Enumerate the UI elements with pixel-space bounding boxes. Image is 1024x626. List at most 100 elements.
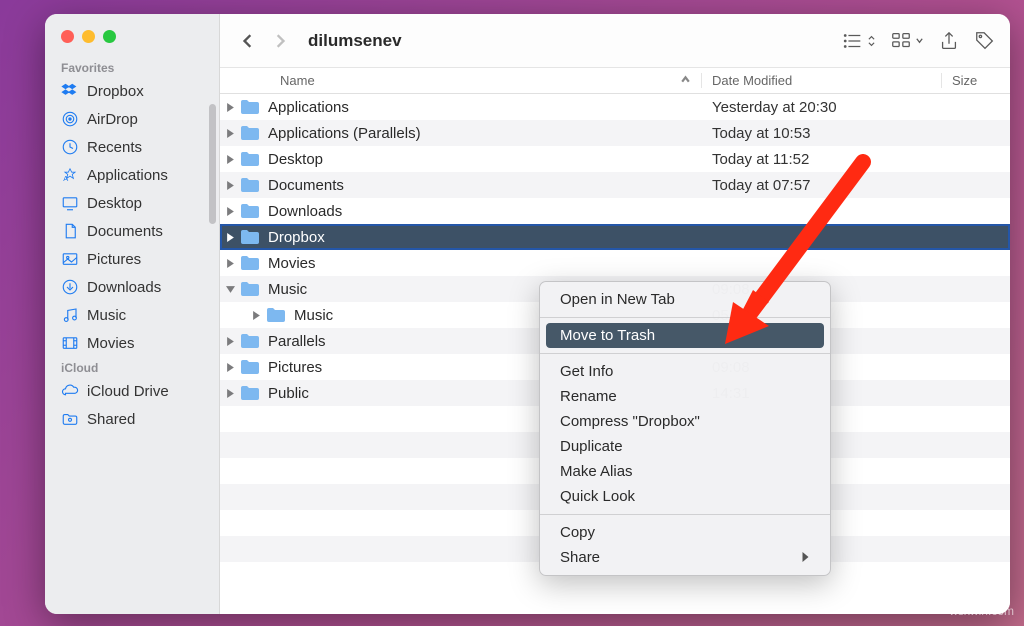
sidebar-section-label: Favorites [45, 57, 219, 77]
table-row[interactable]: Applications (Parallels)Today at 10:53 [220, 120, 1010, 146]
sidebar-item-icloud[interactable]: iCloud Drive [45, 377, 219, 405]
table-row[interactable]: DocumentsToday at 07:57 [220, 172, 1010, 198]
table-row[interactable]: Movies [220, 250, 1010, 276]
disclosure-icon[interactable] [220, 129, 240, 138]
documents-icon [61, 222, 79, 240]
window-controls [45, 26, 219, 57]
share-button[interactable] [938, 30, 960, 52]
header-name[interactable]: Name [220, 73, 702, 88]
menu-item[interactable]: Make Alias [540, 459, 830, 484]
table-row[interactable]: DesktopToday at 11:52 [220, 146, 1010, 172]
menu-item[interactable]: Duplicate [540, 434, 830, 459]
sidebar-item-label: Dropbox [87, 83, 144, 100]
pictures-icon [61, 250, 79, 268]
sidebar-item-label: Shared [87, 411, 135, 428]
menu-item[interactable]: Move to Trash [546, 323, 824, 348]
file-name: Desktop [268, 151, 702, 168]
back-button[interactable] [234, 27, 262, 55]
recents-icon [61, 138, 79, 156]
sidebar-item-movies[interactable]: Movies [45, 329, 219, 357]
menu-item[interactable]: Copy [540, 520, 830, 545]
menu-item-label: Make Alias [560, 463, 633, 480]
menu-item-label: Compress "Dropbox" [560, 413, 700, 430]
toolbar: dilumsenev [220, 14, 1010, 68]
menu-item[interactable]: Open in New Tab [540, 287, 830, 312]
sidebar-item-documents[interactable]: Documents [45, 217, 219, 245]
disclosure-icon[interactable] [220, 259, 240, 268]
table-row[interactable]: Downloads [220, 198, 1010, 224]
group-button[interactable] [890, 30, 924, 52]
file-date: Yesterday at 20:30 [702, 99, 942, 116]
sidebar-item-label: Downloads [87, 279, 161, 296]
sidebar-item-dropbox[interactable]: Dropbox [45, 77, 219, 105]
folder-icon [240, 98, 262, 116]
disclosure-icon[interactable] [246, 311, 266, 320]
sidebar-item-label: Movies [87, 335, 135, 352]
disclosure-icon[interactable] [220, 389, 240, 398]
sidebar: Favorites Dropbox AirDrop Recents A Applicati… [45, 14, 220, 614]
menu-separator [540, 317, 830, 318]
sidebar-section-label: iCloud [45, 357, 219, 377]
sidebar-item-downloads[interactable]: Downloads [45, 273, 219, 301]
music-icon [61, 306, 79, 324]
sidebar-item-desktop[interactable]: Desktop [45, 189, 219, 217]
folder-icon [240, 280, 262, 298]
downloads-icon [61, 278, 79, 296]
folder-icon [240, 202, 262, 220]
minimize-button[interactable] [82, 30, 95, 43]
file-date: Today at 07:57 [702, 177, 942, 194]
menu-item[interactable]: Rename [540, 384, 830, 409]
movies-icon [61, 334, 79, 352]
column-header[interactable]: Name Date Modified Size [220, 68, 1010, 94]
forward-button[interactable] [266, 27, 294, 55]
icloud-icon [61, 382, 79, 400]
sidebar-item-recents[interactable]: Recents [45, 133, 219, 161]
menu-item-label: Move to Trash [560, 327, 655, 344]
table-row[interactable]: ApplicationsYesterday at 20:30 [220, 94, 1010, 120]
disclosure-icon[interactable] [220, 155, 240, 164]
header-date[interactable]: Date Modified [702, 73, 942, 88]
file-name: Applications [268, 99, 702, 116]
sidebar-item-apps[interactable]: A Applications [45, 161, 219, 189]
menu-separator [540, 353, 830, 354]
close-button[interactable] [61, 30, 74, 43]
scrollbar[interactable] [209, 104, 216, 224]
maximize-button[interactable] [103, 30, 116, 43]
sidebar-item-label: AirDrop [87, 111, 138, 128]
folder-icon [240, 228, 262, 246]
folder-icon [240, 332, 262, 350]
disclosure-icon[interactable] [220, 181, 240, 190]
file-name: Dropbox [268, 229, 702, 246]
disclosure-icon[interactable] [220, 233, 240, 242]
menu-item[interactable]: Quick Look [540, 484, 830, 509]
sidebar-item-label: Documents [87, 223, 163, 240]
apps-icon: A [61, 166, 79, 184]
sidebar-item-airdrop[interactable]: AirDrop [45, 105, 219, 133]
sort-indicator-icon [680, 73, 691, 88]
shared-icon [61, 410, 79, 428]
sidebar-item-pictures[interactable]: Pictures [45, 245, 219, 273]
disclosure-icon[interactable] [220, 103, 240, 112]
table-row[interactable]: Dropbox [220, 224, 1010, 250]
folder-icon [266, 306, 288, 324]
menu-item[interactable]: Get Info [540, 359, 830, 384]
sidebar-item-music[interactable]: Music [45, 301, 219, 329]
tags-button[interactable] [974, 30, 996, 52]
disclosure-icon[interactable] [220, 285, 240, 294]
sidebar-item-shared[interactable]: Shared [45, 405, 219, 433]
menu-item-label: Share [560, 549, 600, 566]
context-menu[interactable]: Open in New Tab Move to Trash Get InfoRena… [539, 281, 831, 576]
disclosure-icon[interactable] [220, 207, 240, 216]
list-view-button[interactable] [842, 30, 876, 52]
file-date: Today at 11:52 [702, 151, 942, 168]
finder-window: Favorites Dropbox AirDrop Recents A Applicati… [45, 14, 1010, 614]
disclosure-icon[interactable] [220, 363, 240, 372]
sidebar-item-label: iCloud Drive [87, 383, 169, 400]
sidebar-item-label: Applications [87, 167, 168, 184]
sidebar-item-label: Desktop [87, 195, 142, 212]
header-size[interactable]: Size [942, 73, 1010, 88]
menu-item[interactable]: Share [540, 545, 830, 570]
folder-icon [240, 176, 262, 194]
menu-item[interactable]: Compress "Dropbox" [540, 409, 830, 434]
disclosure-icon[interactable] [220, 337, 240, 346]
